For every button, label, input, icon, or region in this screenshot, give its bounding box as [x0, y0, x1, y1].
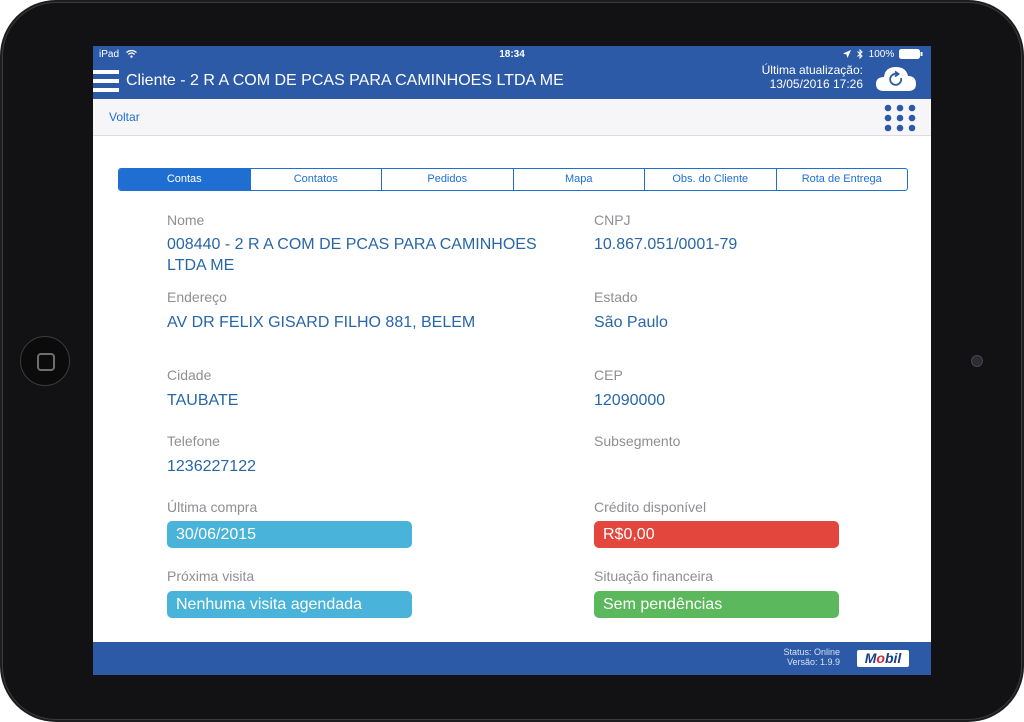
cep-label: CEP: [594, 367, 623, 383]
proxima-visita-badge: Nenhuma visita agendada: [167, 591, 412, 618]
tab-contatos[interactable]: Contatos: [251, 169, 382, 190]
endereco-value: AV DR FELIX GISARD FILHO 881, BELEM: [167, 314, 476, 331]
telefone-value: 1236227122: [167, 458, 256, 475]
ultima-compra-badge: 30/06/2015: [167, 521, 412, 548]
footer-bar: Status: Online Versão: 1.9.9 Mobil: [93, 642, 931, 675]
cidade-value: TAUBATE: [167, 392, 239, 409]
last-update-label: Última atualização:: [761, 63, 863, 77]
subsegmento-label: Subsegmento: [594, 433, 681, 449]
app-screen: iPad 18:34 100% Cliente - 2 R A COM DE P…: [93, 46, 931, 675]
bluetooth-icon: [857, 49, 863, 60]
page-title: Cliente - 2 R A COM DE PCAS PARA CAMINHO…: [126, 72, 564, 89]
cnpj-value: 10.867.051/0001-79: [594, 236, 738, 253]
home-button[interactable]: [20, 336, 70, 386]
status-online: Status: Online: [783, 647, 840, 657]
cnpj-label: CNPJ: [594, 212, 631, 228]
cep-value: 12090000: [594, 392, 666, 409]
nome-value: 008440 - 2 R A COM DE PCAS PARA CAMINHOE…: [167, 236, 537, 274]
tab-contas[interactable]: Contas: [119, 169, 251, 190]
segmented-tabs: Contas Contatos Pedidos Mapa Obs. do Cli…: [118, 168, 908, 191]
credito-badge: R$0,00: [594, 521, 839, 548]
cidade-label: Cidade: [167, 367, 212, 383]
telefone-label: Telefone: [167, 433, 220, 449]
status-bar: iPad 18:34 100%: [93, 46, 931, 63]
proxima-visita-label: Próxima visita: [167, 568, 255, 584]
battery-percent: 100%: [868, 49, 895, 60]
last-update: Última atualização: 13/05/2016 17:26: [762, 63, 863, 91]
location-arrow-icon: [843, 50, 852, 59]
tab-obs-cliente[interactable]: Obs. do Cliente: [645, 169, 777, 190]
ultima-compra-label: Última compra: [167, 499, 258, 515]
tab-pedidos[interactable]: Pedidos: [382, 169, 514, 190]
clock: 18:34: [499, 49, 525, 60]
tab-mapa[interactable]: Mapa: [514, 169, 645, 190]
nome-label: Nome: [167, 212, 205, 228]
estado-value: São Paulo: [594, 314, 668, 331]
app-status: Status: Online Versão: 1.9.9: [783, 647, 840, 667]
mobil-logo: Mobil: [857, 650, 909, 667]
app-version: Versão: 1.9.9: [786, 657, 840, 667]
last-update-value: 13/05/2016 17:26: [769, 77, 863, 91]
ipad-frame: iPad 18:34 100% Cliente - 2 R A COM DE P…: [0, 0, 1024, 722]
battery-icon: [899, 49, 923, 60]
situacao-badge: Sem pendências: [594, 591, 839, 618]
credito-label: Crédito disponível: [594, 499, 707, 515]
menu-icon[interactable]: [93, 70, 119, 92]
grid-menu-icon[interactable]: [884, 104, 916, 132]
cloud-sync-icon[interactable]: [875, 64, 917, 94]
toolbar: Voltar: [93, 99, 931, 136]
tab-rota-entrega[interactable]: Rota de Entrega: [777, 169, 908, 190]
back-button[interactable]: Voltar: [109, 110, 140, 124]
camera-icon: [971, 355, 983, 367]
estado-label: Estado: [594, 289, 638, 305]
situacao-label: Situação financeira: [594, 568, 714, 584]
endereco-label: Endereço: [167, 289, 227, 305]
app-header: Cliente - 2 R A COM DE PCAS PARA CAMINHO…: [93, 63, 931, 99]
